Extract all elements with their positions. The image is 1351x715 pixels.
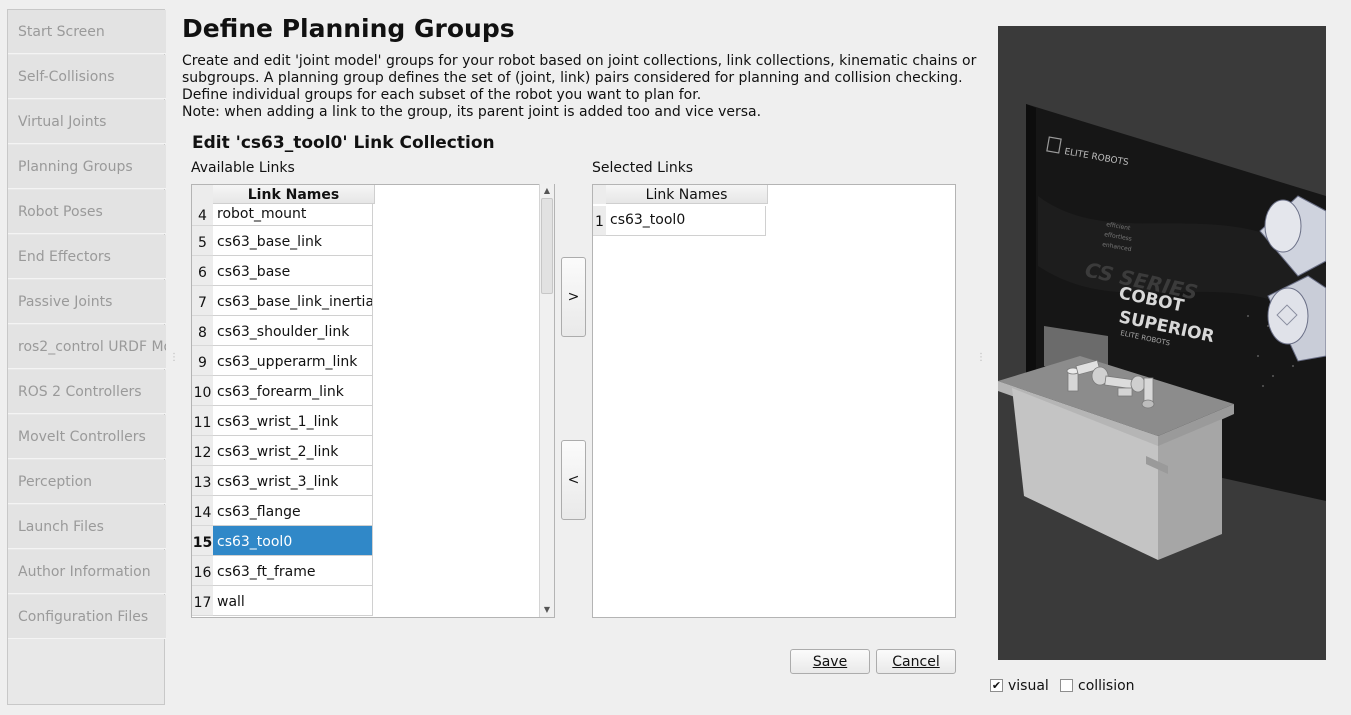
sidebar-item-passive-joints[interactable]: Passive Joints (8, 280, 166, 324)
sidebar-item-ros2-control-urdf[interactable]: ros2_control URDF Modifications (8, 325, 166, 369)
link-name-cell[interactable]: cs63_tool0 (213, 526, 373, 556)
sidebar-item-launch-files[interactable]: Launch Files (8, 505, 166, 549)
link-name-cell[interactable]: robot_mount (213, 204, 373, 226)
link-name-cell[interactable]: cs63_base_link_inertia (213, 286, 373, 316)
available-links-table[interactable]: Link Names 4 robot_mount 5 cs63_base_link 6 c… (191, 184, 555, 618)
sidebar-item-author-information[interactable]: Author Information (8, 550, 166, 594)
column-header-link-names[interactable]: Link Names (606, 185, 768, 204)
scene-render: ELITE ROBOTS efficient effortless enhanc… (998, 104, 1326, 560)
save-button[interactable]: Save (790, 649, 870, 674)
row-number[interactable]: 11 (192, 406, 213, 436)
row-number[interactable]: 16 (192, 556, 213, 586)
right-splitter-handle[interactable]: ⋮ (976, 352, 986, 364)
link-name-cell[interactable]: cs63_wrist_1_link (213, 406, 373, 436)
scroll-thumb[interactable] (541, 198, 553, 294)
link-name-cell[interactable]: cs63_wrist_2_link (213, 436, 373, 466)
sidebar-item-virtual-joints[interactable]: Virtual Joints (8, 100, 166, 144)
link-name-cell[interactable]: cs63_shoulder_link (213, 316, 373, 346)
available-links-scrollbar[interactable]: ▲ ▼ (539, 184, 554, 617)
check-icon: ✔ (991, 679, 1002, 692)
left-splitter-handle[interactable]: ⋮ (169, 352, 179, 364)
link-name-cell[interactable]: cs63_upperarm_link (213, 346, 373, 376)
save-button-label: Save (812, 653, 848, 670)
sidebar-item-start-screen[interactable]: Start Screen (8, 10, 166, 54)
selected-links-table[interactable]: Link Names 1 cs63_tool0 (592, 184, 956, 618)
sidebar-item-perception[interactable]: Perception (8, 460, 166, 504)
sidebar-item-configuration-files[interactable]: Configuration Files (8, 595, 166, 639)
page-title: Define Planning Groups (182, 14, 515, 43)
sidebar-item-planning-groups[interactable]: Planning Groups (8, 145, 166, 189)
available-links-label: Available Links (191, 160, 295, 176)
link-name-cell[interactable]: cs63_wrist_3_link (213, 466, 373, 496)
link-name-cell[interactable]: cs63_forearm_link (213, 376, 373, 406)
row-number[interactable]: 6 (192, 256, 213, 286)
row-number[interactable]: 9 (192, 346, 213, 376)
remove-link-button[interactable]: < (561, 440, 586, 520)
row-number[interactable]: 12 (192, 436, 213, 466)
link-name-cell[interactable]: cs63_flange (213, 496, 373, 526)
link-name-cell[interactable]: cs63_tool0 (606, 206, 766, 236)
row-number[interactable]: 17 (192, 586, 213, 616)
selected-links-label: Selected Links (592, 160, 694, 176)
visual-checkbox[interactable]: ✔ (990, 679, 1003, 692)
link-name-cell[interactable]: cs63_base_link (213, 226, 373, 256)
scroll-up-icon[interactable]: ▲ (540, 184, 554, 198)
scroll-down-icon[interactable]: ▼ (540, 603, 554, 617)
cancel-button-label: Cancel (892, 653, 940, 670)
collision-checkbox[interactable] (1060, 679, 1073, 692)
link-name-cell[interactable]: cs63_base (213, 256, 373, 286)
robot-3d-viewport[interactable]: ELITE ROBOTS efficient effortless enhanc… (998, 26, 1326, 660)
wizard-sidebar: Start Screen Self-Collisions Virtual Joi… (7, 9, 166, 705)
link-name-cell[interactable]: cs63_ft_frame (213, 556, 373, 586)
visual-checkbox-label[interactable]: visual (1008, 678, 1049, 694)
row-number[interactable]: 4 (192, 204, 213, 226)
row-number[interactable]: 14 (192, 496, 213, 526)
column-header-link-names[interactable]: Link Names (213, 185, 375, 204)
table-corner (593, 185, 606, 204)
description-line-2: subgroups. A planning group defines the … (182, 70, 963, 86)
description-line-4: Note: when adding a link to the group, i… (182, 104, 762, 120)
sidebar-item-robot-poses[interactable]: Robot Poses (8, 190, 166, 234)
collection-title: Edit 'cs63_tool0' Link Collection (192, 133, 495, 153)
sidebar-item-ros2-controllers[interactable]: ROS 2 Controllers (8, 370, 166, 414)
row-number[interactable]: 15 (192, 526, 213, 556)
row-number[interactable]: 7 (192, 286, 213, 316)
collision-checkbox-label[interactable]: collision (1078, 678, 1135, 694)
sidebar-item-end-effectors[interactable]: End Effectors (8, 235, 166, 279)
cancel-button[interactable]: Cancel (876, 649, 956, 674)
row-number[interactable]: 1 (593, 206, 606, 236)
row-number[interactable]: 8 (192, 316, 213, 346)
table-corner (192, 185, 213, 204)
description-line-3: Define individual groups for each subset… (182, 87, 702, 103)
link-name-cell[interactable]: wall (213, 586, 373, 616)
row-number[interactable]: 5 (192, 226, 213, 256)
sidebar-item-moveit-controllers[interactable]: MoveIt Controllers (8, 415, 166, 459)
row-number[interactable]: 13 (192, 466, 213, 496)
description-line-1: Create and edit 'joint model' groups for… (182, 53, 977, 69)
sidebar-item-self-collisions[interactable]: Self-Collisions (8, 55, 166, 99)
row-number[interactable]: 10 (192, 376, 213, 406)
add-link-button[interactable]: > (561, 257, 586, 337)
